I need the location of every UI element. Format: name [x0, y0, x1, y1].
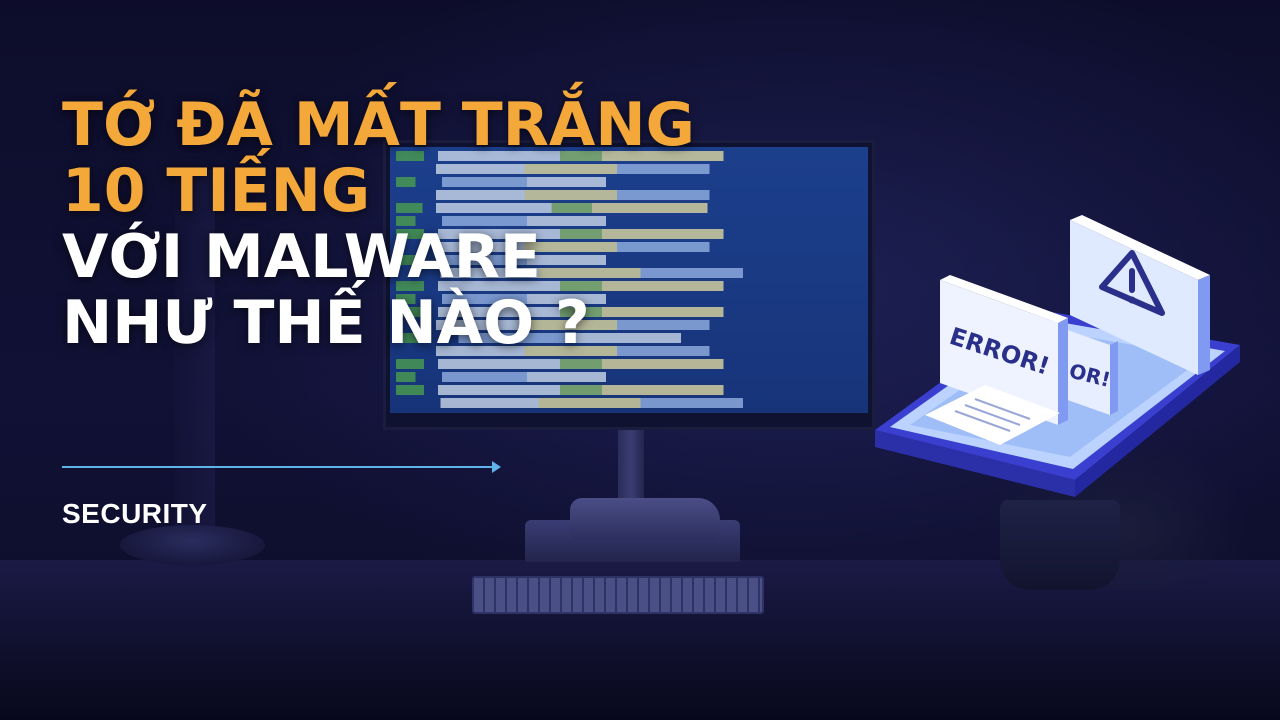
headline-line-3: VỚI MALWARE — [62, 222, 541, 292]
lamp-base — [120, 525, 265, 565]
phone-error-illustration: OR! ERROR! — [875, 215, 1240, 497]
arrow-right-icon — [492, 461, 501, 473]
keyboard — [472, 576, 764, 614]
headline-line-2: 10 TIẾNG — [62, 156, 371, 226]
headline-line-1: TỚ ĐÃ MẤT TRẮNG — [62, 90, 695, 160]
headline-line-4: NHƯ THẾ NÀO ? — [62, 288, 590, 358]
divider-line — [62, 466, 496, 468]
headline: TỚ ĐÃ MẤT TRẮNG 10 TIẾNG VỚI MALWARE NHƯ… — [62, 92, 822, 356]
category-label: SECURITY — [62, 498, 208, 529]
desk-device — [570, 498, 720, 540]
